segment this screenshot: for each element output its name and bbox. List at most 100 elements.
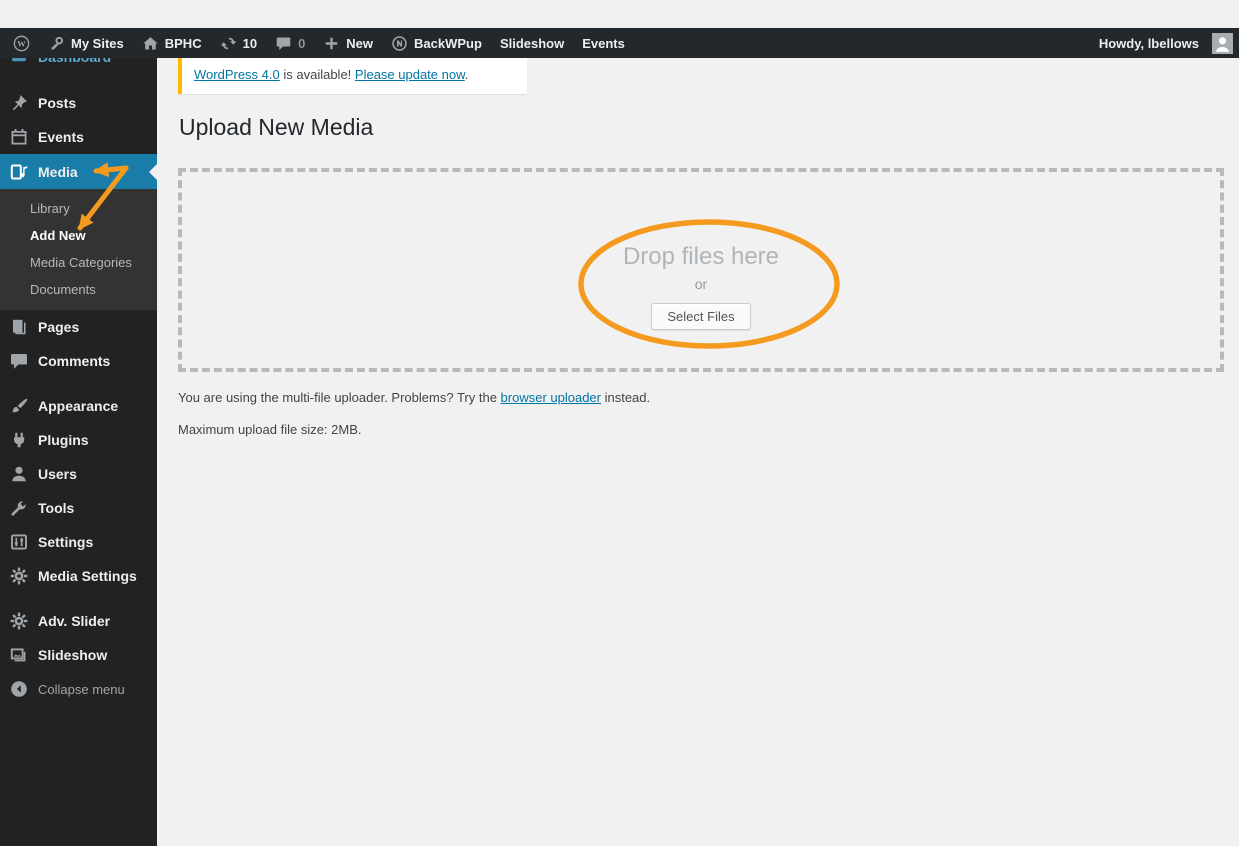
wordpress-version-link[interactable]: WordPress 4.0	[194, 67, 280, 82]
sidebar-item-adv-slider[interactable]: Adv. Slider	[0, 604, 157, 638]
paintbrush-icon	[9, 396, 29, 416]
comments-menu[interactable]: 0	[266, 28, 314, 58]
media-submenu: Library Add New Media Categories Documen…	[0, 189, 157, 310]
sidebar-label-slideshow: Slideshow	[38, 647, 108, 663]
sidebar-item-plugins[interactable]: Plugins	[0, 423, 157, 457]
backwpup-label: BackWPup	[414, 35, 482, 51]
sidebar-item-tools[interactable]: Tools	[0, 491, 157, 525]
sidebar-label-adv-slider: Adv. Slider	[38, 613, 111, 629]
update-notice: WordPress 4.0 is available! Please updat…	[178, 58, 527, 94]
collapse-arrow-icon	[9, 679, 29, 699]
my-sites-label: My Sites	[71, 35, 124, 51]
calendar-icon	[9, 127, 29, 147]
media-icon	[9, 162, 29, 182]
slideshow-label: Slideshow	[499, 35, 565, 51]
backwpup-logo-icon	[391, 35, 408, 52]
sidebar-item-comments[interactable]: Comments	[0, 344, 157, 378]
max-upload-size-text: Maximum upload file size: 2MB.	[178, 422, 362, 437]
sidebar-label-dashboard: Dashboard	[38, 58, 111, 65]
events-menu[interactable]: Events	[573, 28, 634, 58]
updates-menu[interactable]: 10	[211, 28, 266, 58]
drop-files-text: Drop files here	[622, 243, 780, 270]
submenu-item-add-new[interactable]: Add New	[0, 222, 157, 249]
sidebar-item-events[interactable]: Events	[0, 120, 157, 154]
new-content-menu[interactable]: New	[314, 28, 382, 58]
backwpup-menu[interactable]: BackWPup	[382, 28, 491, 58]
user-icon	[9, 464, 29, 484]
collapse-menu-label: Collapse menu	[38, 681, 125, 697]
comment-bubble-icon	[275, 35, 292, 52]
uploader-note-text: You are using the multi-file uploader. P…	[178, 390, 501, 405]
avatar-person-icon	[1212, 33, 1233, 54]
events-label: Events	[582, 35, 625, 51]
home-icon	[142, 35, 159, 52]
submenu-label-documents: Documents	[30, 282, 96, 297]
site-menu[interactable]: BPHC	[133, 28, 211, 58]
submenu-item-library[interactable]: Library	[0, 195, 157, 222]
pushpin-icon	[9, 93, 29, 113]
uploader-note-text-after: instead.	[600, 390, 651, 405]
uploader-note: You are using the multi-file uploader. P…	[178, 390, 650, 405]
sidebar-label-events: Events	[38, 129, 84, 145]
updates-count: 10	[242, 35, 258, 51]
submenu-item-media-categories[interactable]: Media Categories	[0, 249, 157, 276]
upload-dropzone[interactable]: Drop files here or Select Files	[178, 168, 1224, 372]
wrench-icon	[9, 498, 29, 518]
sidebar-item-appearance[interactable]: Appearance	[0, 389, 157, 423]
sidebar-label-pages: Pages	[38, 319, 80, 335]
sliders-icon	[9, 532, 29, 552]
sidebar-item-media-settings[interactable]: Media Settings	[0, 559, 157, 593]
pages-icon	[9, 317, 29, 337]
sidebar-item-dashboard[interactable]: Dashboard	[0, 58, 157, 74]
sidebar-label-users: Users	[38, 466, 77, 482]
plug-icon	[9, 430, 29, 450]
sidebar-label-media-settings: Media Settings	[38, 568, 137, 584]
sidebar-label-comments: Comments	[38, 353, 111, 369]
new-label: New	[346, 35, 374, 51]
wp-logo-menu[interactable]	[4, 28, 39, 58]
howdy-label: Howdy, lbellows	[1098, 35, 1199, 51]
wordpress-logo-icon	[13, 35, 30, 52]
submenu-label-add-new: Add New	[30, 228, 86, 243]
collapse-menu-button[interactable]: Collapse menu	[0, 672, 157, 706]
network-key-icon	[48, 35, 65, 52]
admin-bar: My Sites BPHC 10 0 New BackWPup Slidesho…	[0, 28, 1239, 58]
sidebar-item-settings[interactable]: Settings	[0, 525, 157, 559]
sidebar-label-plugins: Plugins	[38, 432, 89, 448]
sidebar-item-slideshow[interactable]: Slideshow	[0, 638, 157, 672]
sidebar-label-tools: Tools	[38, 500, 75, 516]
comment-bubble-icon	[9, 351, 29, 371]
select-files-button[interactable]: Select Files	[651, 303, 751, 330]
my-sites-menu[interactable]: My Sites	[39, 28, 133, 58]
or-text: or	[694, 276, 708, 292]
submenu-label-library: Library	[30, 201, 70, 216]
avatar	[1212, 32, 1233, 54]
submenu-label-media-categories: Media Categories	[30, 255, 132, 270]
sidebar-item-users[interactable]: Users	[0, 457, 157, 491]
sidebar-label-media: Media	[38, 163, 78, 180]
dashboard-icon	[9, 58, 29, 67]
main-content: WordPress 4.0 is available! Please updat…	[157, 58, 1239, 846]
site-name-label: BPHC	[164, 35, 202, 51]
plus-icon	[323, 35, 340, 52]
slideshow-menu[interactable]: Slideshow	[491, 28, 573, 58]
sidebar-item-media[interactable]: Media	[0, 154, 157, 189]
browser-uploader-link[interactable]: browser uploader	[501, 390, 601, 405]
sidebar-item-pages[interactable]: Pages	[0, 310, 157, 344]
gear-icon	[9, 566, 29, 586]
update-now-link[interactable]: Please update now	[355, 67, 465, 82]
update-icon	[220, 35, 237, 52]
page-title: Upload New Media	[179, 114, 374, 140]
comments-count: 0	[298, 35, 306, 51]
gear-icon	[9, 611, 29, 631]
notice-period: .	[464, 67, 469, 82]
sidebar-label-posts: Posts	[38, 95, 77, 111]
submenu-item-documents[interactable]: Documents	[0, 276, 157, 303]
sidebar-label-settings: Settings	[38, 534, 94, 550]
notice-text: is available!	[279, 67, 355, 82]
admin-sidebar: Dashboard Posts Events Media Library Add…	[0, 58, 157, 846]
sidebar-item-posts[interactable]: Posts	[0, 86, 157, 120]
my-account-menu[interactable]: Howdy, lbellows	[1090, 32, 1233, 54]
slides-icon	[9, 645, 29, 665]
sidebar-label-appearance: Appearance	[38, 398, 119, 414]
